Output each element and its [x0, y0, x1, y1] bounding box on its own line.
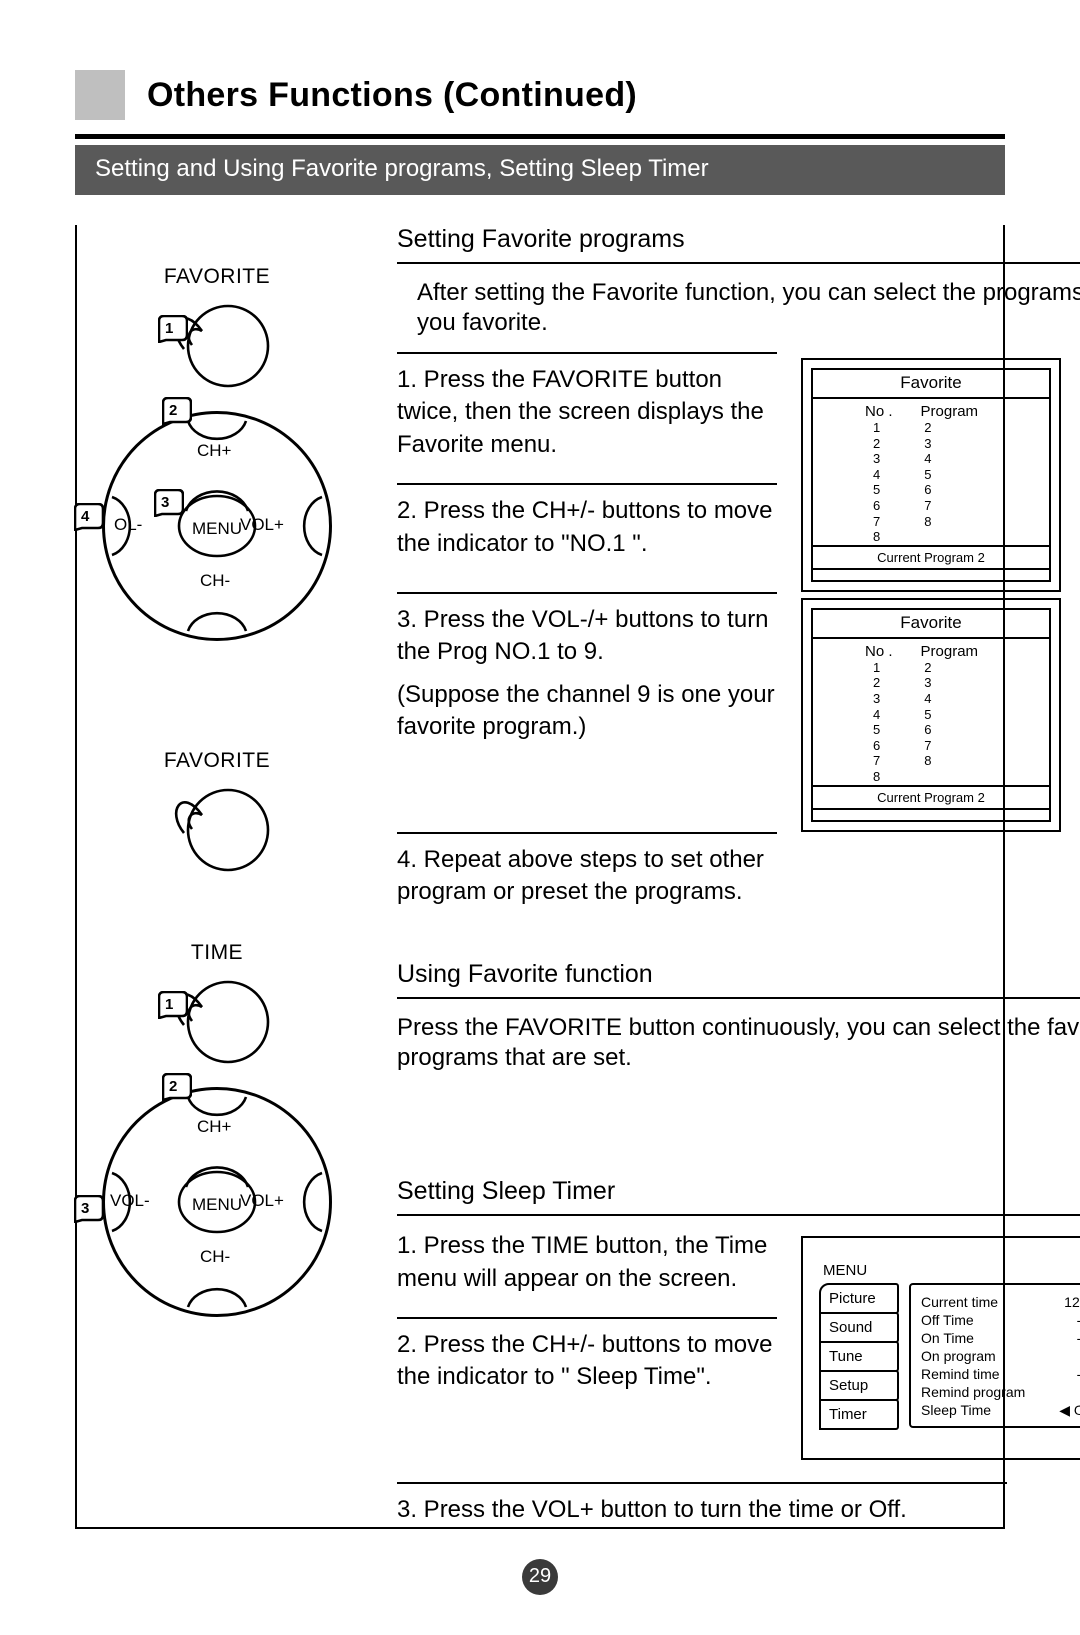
- time-step-1: 1. Press the TIME button, the Time menu …: [397, 1230, 777, 1317]
- time-menu-osd: MENU PictureSoundTuneSetupTimer Current …: [801, 1236, 1080, 1460]
- fav-prog-col: 2345678: [924, 420, 931, 545]
- flag-4: 4: [81, 508, 89, 525]
- dial-vol-minus: OL-: [114, 515, 142, 535]
- favorite-label: FAVORITE: [164, 265, 270, 289]
- favorite-intro: After setting the Favorite function, you…: [397, 272, 1080, 352]
- favorite-button-icon: 1: [162, 293, 272, 393]
- favorite-label-2: FAVORITE: [164, 749, 270, 773]
- title-block: [75, 70, 125, 120]
- dial2-vol-minus: VOL-: [110, 1191, 150, 1211]
- remote-dial-icon: CH+ CH- OL- VOL+ MENU 2 3 4: [102, 411, 332, 641]
- title-rule: [75, 134, 1005, 139]
- fav-prog-col-2: 2345678: [924, 660, 931, 785]
- time-step-3: 3. Press the VOL+ button to turn the tim…: [397, 1482, 1007, 1526]
- page-title: Others Functions (Continued): [147, 76, 637, 115]
- fav-col-no-2: No .: [865, 643, 893, 660]
- step-3: 3. Press the VOL-/+ buttons to turn the …: [397, 592, 777, 832]
- favorite-osd-1: Favorite No . Program 12345678 2345678: [801, 358, 1061, 592]
- fav-col-program-2: Program: [921, 643, 979, 660]
- heading-sleep-timer: Setting Sleep Timer: [397, 1177, 1080, 1216]
- fav-current: Current Program 2: [813, 545, 1049, 568]
- dial2-ch-plus: CH+: [197, 1117, 231, 1137]
- favorite-button-icon-2: [162, 777, 272, 877]
- flag-3b: 3: [81, 1200, 89, 1217]
- section-banner: Setting and Using Favorite programs, Set…: [75, 145, 1005, 195]
- flag-2: 2: [169, 402, 177, 419]
- step-2: 2. Press the CH+/- buttons to move the i…: [397, 483, 777, 582]
- dial2-ch-minus: CH-: [200, 1247, 230, 1267]
- fav-col-no: No .: [865, 403, 893, 420]
- step-1: 1. Press the FAVORITE button twice, then…: [397, 352, 777, 483]
- menu-tabs: PictureSoundTuneSetupTimer: [819, 1283, 899, 1428]
- dial2-menu: MENU: [192, 1195, 242, 1215]
- time-step-2: 2. Press the CH+/- buttons to move the i…: [397, 1317, 777, 1416]
- favorite-osd-title-2: Favorite: [813, 610, 1049, 639]
- step-3b: (Suppose the channel 9 is one your favor…: [397, 679, 777, 744]
- favorite-osd-2: Favorite No . Program 12345678 2345678: [801, 598, 1061, 832]
- fav-current-2: Current Program 2: [813, 785, 1049, 808]
- dial-ch-minus: CH-: [200, 571, 230, 591]
- fav-no-col: 12345678: [873, 420, 880, 545]
- time-button-icon: 1: [162, 969, 272, 1069]
- flag-1: 1: [165, 320, 173, 337]
- step-3a: 3. Press the VOL-/+ buttons to turn the …: [397, 604, 777, 669]
- menu-panel: Current time12 : 27Off Time-- : --On Tim…: [909, 1283, 1080, 1428]
- flag-3: 3: [161, 494, 169, 511]
- heading-using-favorite: Using Favorite function: [397, 960, 1080, 999]
- fav-col-program: Program: [921, 403, 979, 420]
- remote-dial-icon-2: CH+ CH- VOL- VOL+ MENU 2 3: [102, 1087, 332, 1317]
- heading-setting-favorite: Setting Favorite programs: [397, 225, 1080, 264]
- page-number-badge: 29: [522, 1559, 558, 1595]
- fav-no-col-2: 12345678: [873, 660, 880, 785]
- dial-ch-plus: CH+: [197, 441, 231, 461]
- flag-1b: 1: [165, 996, 173, 1013]
- flag-2b: 2: [169, 1078, 177, 1095]
- step-4: 4. Repeat above steps to set other progr…: [397, 832, 777, 931]
- using-favorite-text: Press the FAVORITE button continuously, …: [397, 1007, 1080, 1087]
- dial-menu: MENU: [192, 519, 242, 539]
- favorite-osd-title: Favorite: [813, 370, 1049, 399]
- menu-label: MENU: [823, 1262, 1080, 1279]
- time-label: TIME: [191, 941, 243, 965]
